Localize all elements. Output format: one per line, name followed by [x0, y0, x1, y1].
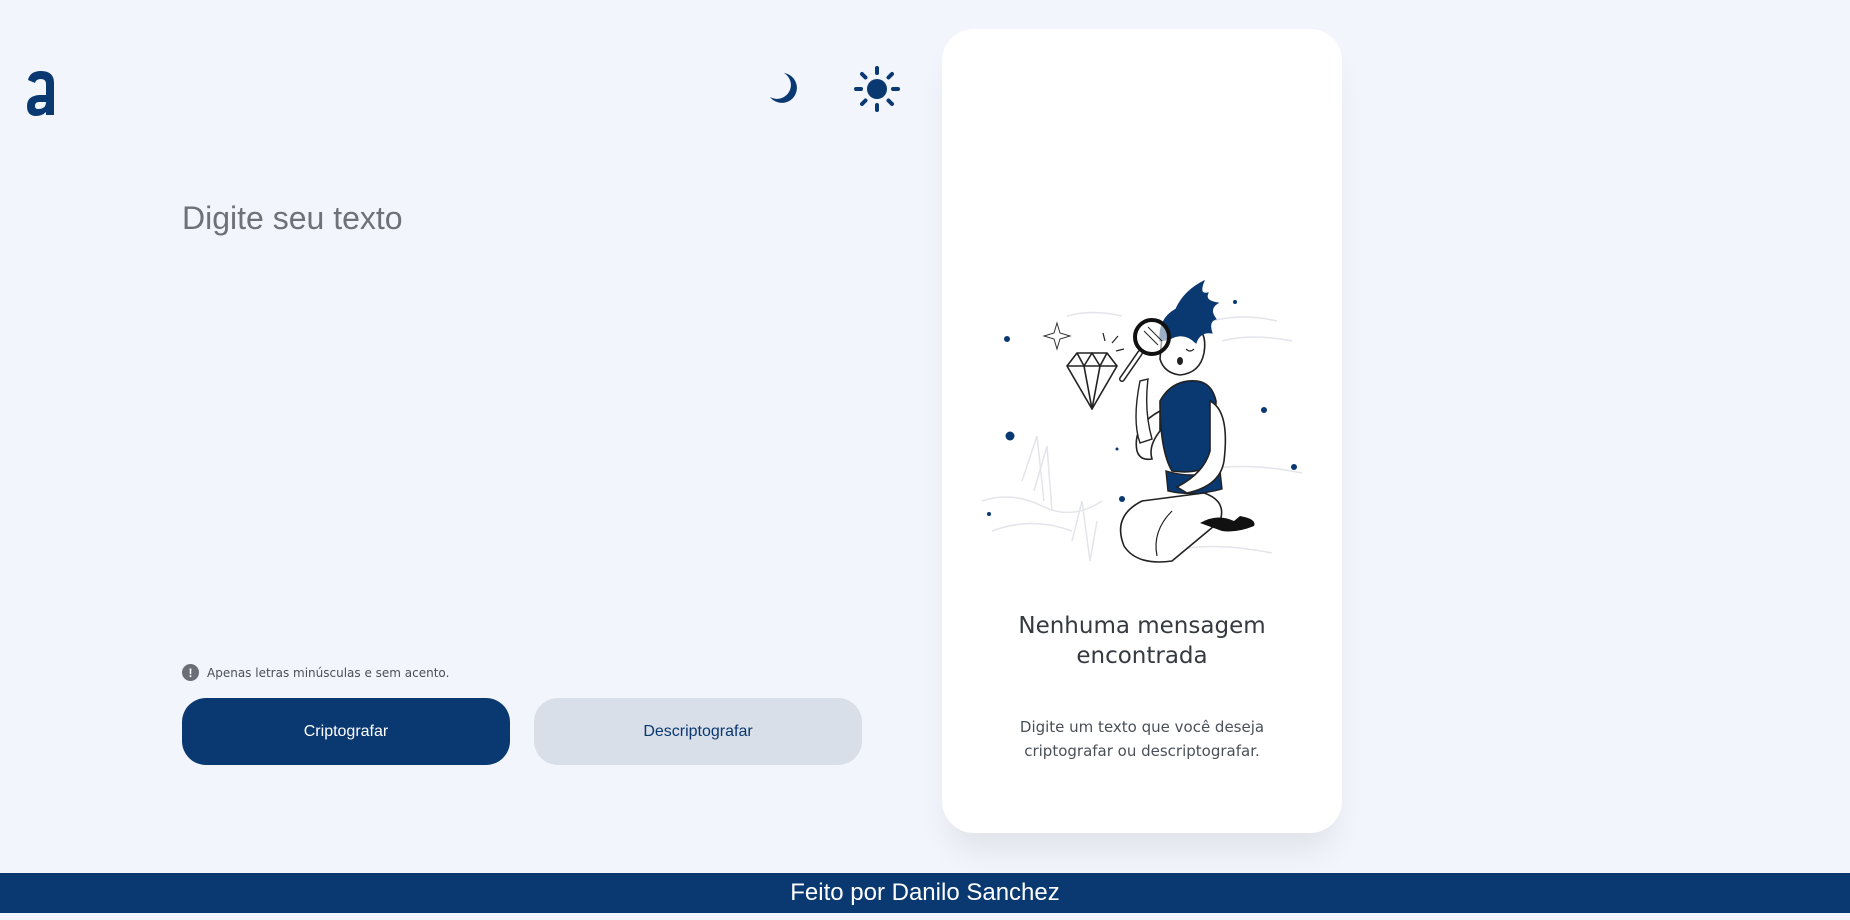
footer: Feito por Danilo Sanchez: [0, 873, 1850, 913]
encrypt-button[interactable]: Criptografar: [182, 698, 510, 765]
input-hint: ! Apenas letras minúsculas e sem acento.: [182, 664, 449, 681]
alura-logo: [24, 68, 58, 118]
sun-icon[interactable]: [853, 65, 901, 113]
hint-text: Apenas letras minúsculas e sem acento.: [207, 665, 450, 680]
decrypt-button[interactable]: Descriptografar: [534, 698, 862, 765]
person-with-magnifier-and-diamond-illustration: [972, 261, 1312, 611]
output-panel: Nenhuma mensagem encontrada Digite um te…: [942, 29, 1342, 833]
output-title: Nenhuma mensagem encontrada: [1018, 613, 1266, 669]
info-icon: !: [182, 664, 199, 681]
footer-text: Feito por Danilo Sanchez: [790, 879, 1060, 906]
moon-icon[interactable]: [765, 70, 801, 106]
output-description: Digite um texto que você deseja criptogr…: [1019, 718, 1265, 760]
text-input[interactable]: [182, 200, 862, 640]
